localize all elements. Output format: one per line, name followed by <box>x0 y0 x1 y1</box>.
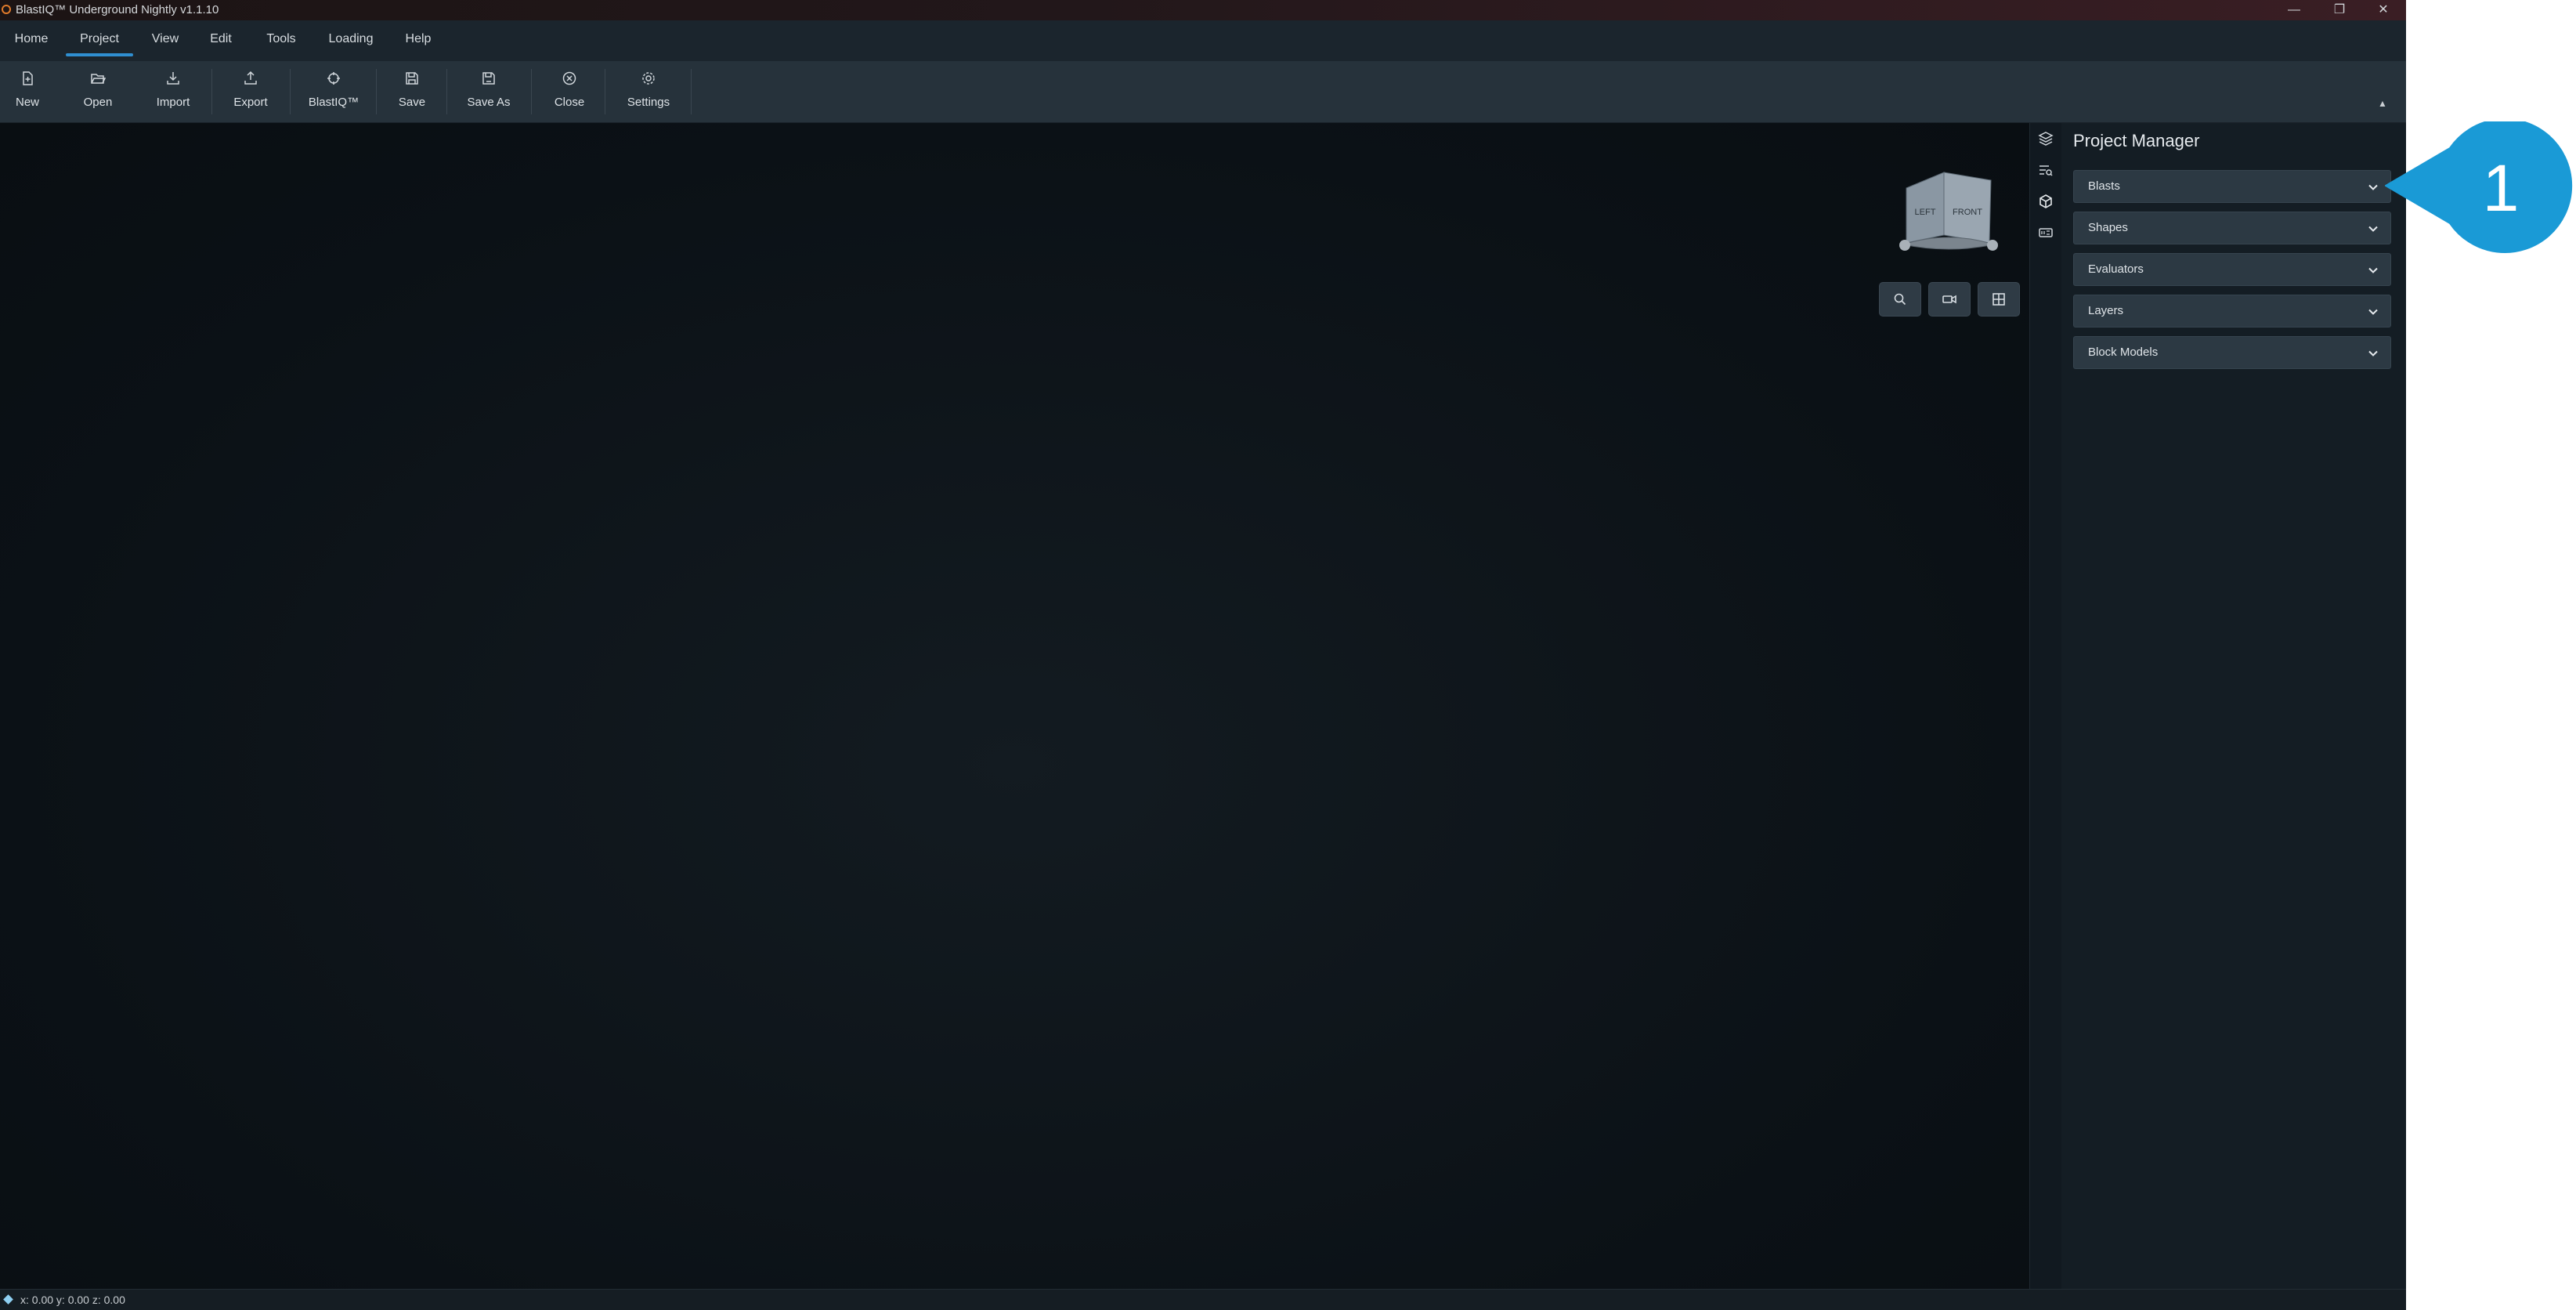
close-button[interactable]: Close <box>534 61 605 122</box>
chevron-down-icon <box>2368 267 2378 273</box>
export-icon <box>244 71 257 85</box>
accordion-block-models[interactable]: Block Models <box>2073 336 2391 369</box>
panel-title: Project Manager <box>2073 131 2200 150</box>
restore-button[interactable]: ❐ <box>2317 0 2362 20</box>
ribbon-collapse-button[interactable]: ▲ <box>2375 96 2390 111</box>
badge-icon[interactable] <box>2038 225 2054 241</box>
export-button-label: Export <box>233 96 268 109</box>
zoom-button[interactable] <box>1879 282 1921 317</box>
3d-viewport[interactable] <box>0 123 2029 1289</box>
chevron-down-icon <box>2368 350 2378 356</box>
grid-button[interactable] <box>1978 282 2020 317</box>
export-button[interactable]: Export <box>215 61 287 122</box>
save-button-label: Save <box>398 96 426 109</box>
project-manager-panel: Project Manager Blasts Shapes Evaluators… <box>2061 123 2406 1289</box>
close-circle-icon <box>562 71 576 85</box>
chevron-down-icon <box>2368 226 2378 232</box>
new-button[interactable]: New <box>0 61 55 122</box>
import-button[interactable]: Import <box>138 61 208 122</box>
navigation-cube[interactable]: LEFT FRONT <box>1894 166 2003 256</box>
new-button-label: New <box>15 96 39 109</box>
coordinate-marker-icon <box>3 1294 13 1305</box>
accordion-blasts[interactable]: Blasts <box>2073 170 2391 203</box>
list-search-icon[interactable] <box>2038 162 2054 178</box>
menu-bar: Home Project View Edit Tools Loading Hel… <box>0 20 2406 62</box>
accordion-label: Shapes <box>2088 221 2128 234</box>
save-as-icon <box>482 72 495 85</box>
accordion-evaluators[interactable]: Evaluators <box>2073 253 2391 286</box>
side-icon-strip <box>2029 123 2061 1289</box>
accordion-label: Layers <box>2088 304 2124 317</box>
menu-edit[interactable]: Edit <box>201 20 241 61</box>
close-button-label: Close <box>554 96 585 109</box>
cube-front-face[interactable]: FRONT <box>1953 208 1982 217</box>
ribbon-separator <box>376 69 377 114</box>
close-window-button[interactable]: ✕ <box>2361 0 2406 20</box>
open-button[interactable]: Open <box>63 61 133 122</box>
zoom-icon <box>1894 293 1906 306</box>
new-file-icon <box>23 71 33 85</box>
callout-number: 1 <box>2482 151 2520 225</box>
blastiq-button-label: BlastIQ™ <box>308 96 359 109</box>
save-icon <box>406 72 418 85</box>
save-as-button[interactable]: Save As <box>450 61 528 122</box>
menu-view[interactable]: View <box>144 20 186 61</box>
settings-button-label: Settings <box>627 96 670 109</box>
accordion-shapes[interactable]: Shapes <box>2073 212 2391 244</box>
grid-icon <box>1993 293 2005 306</box>
ribbon-separator <box>531 69 532 114</box>
layers-icon[interactable] <box>2038 131 2054 147</box>
app-logo-icon <box>2 5 11 14</box>
folder-open-icon <box>91 74 106 84</box>
ribbon-separator <box>290 69 291 114</box>
import-button-label: Import <box>156 96 190 109</box>
cube-icon[interactable] <box>2038 194 2054 209</box>
menu-home[interactable]: Home <box>8 20 55 61</box>
settings-button[interactable]: Settings <box>608 61 689 122</box>
save-button[interactable]: Save <box>379 61 445 122</box>
camera-icon <box>1942 295 1956 304</box>
accordion-layers[interactable]: Layers <box>2073 295 2391 328</box>
gear-icon <box>642 72 655 85</box>
accordion-label: Evaluators <box>2088 262 2144 276</box>
chevron-down-icon <box>2368 309 2378 315</box>
import-icon <box>167 72 179 85</box>
blastiq-icon <box>327 72 340 85</box>
accordion-label: Block Models <box>2088 346 2159 359</box>
ribbon-separator <box>211 69 212 114</box>
ribbon-separator <box>446 69 447 114</box>
camera-button[interactable] <box>1928 282 1971 317</box>
cube-left-face[interactable]: LEFT <box>1915 208 1936 217</box>
coordinate-readout: x: 0.00 y: 0.00 z: 0.00 <box>20 1294 125 1306</box>
save-as-button-label: Save As <box>467 96 511 109</box>
window-title: BlastIQ™ Underground Nightly v1.1.10 <box>16 3 219 16</box>
title-bar: BlastIQ™ Underground Nightly v1.1.10 — ❐… <box>0 0 2406 20</box>
status-bar: x: 0.00 y: 0.00 z: 0.00 <box>0 1289 2406 1310</box>
chevron-down-icon <box>2368 184 2378 190</box>
app-window: BlastIQ™ Underground Nightly v1.1.10 — ❐… <box>0 0 2406 1310</box>
menu-project[interactable]: Project <box>66 20 133 61</box>
menu-help[interactable]: Help <box>396 20 440 61</box>
menu-loading[interactable]: Loading <box>323 20 379 61</box>
ribbon-separator <box>691 69 692 114</box>
minimize-button[interactable]: — <box>2271 0 2317 20</box>
accordion-label: Blasts <box>2088 179 2120 193</box>
open-button-label: Open <box>83 96 113 109</box>
blastiq-button[interactable]: BlastIQ™ <box>293 61 374 122</box>
ribbon-toolbar: New Open Import Export BlastIQ™ Save Sav… <box>0 61 2406 123</box>
menu-tools[interactable]: Tools <box>257 20 305 61</box>
